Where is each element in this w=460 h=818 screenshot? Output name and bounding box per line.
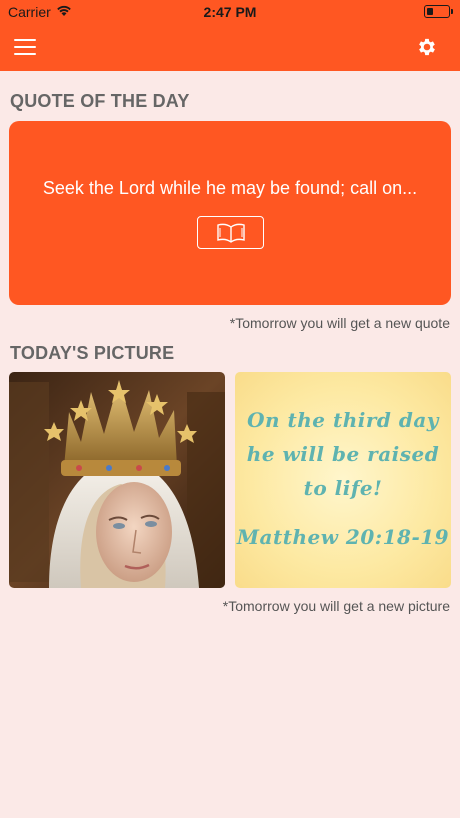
nav-bar: [0, 24, 460, 71]
quote-section-title: QUOTE OF THE DAY: [10, 91, 190, 111]
gear-icon[interactable]: [416, 36, 438, 58]
hamburger-menu-icon[interactable]: [14, 39, 36, 55]
open-book-icon: [217, 223, 245, 243]
verse-line-3: to life!: [303, 476, 383, 500]
verse-line-2: he will be raised: [246, 442, 440, 466]
virgin-mary-photo[interactable]: [9, 372, 225, 588]
quote-note: *Tomorrow you will get a new quote: [229, 315, 450, 331]
read-quote-button[interactable]: [197, 216, 264, 249]
battery-icon: [424, 5, 453, 18]
quote-card[interactable]: Seek the Lord while he may be found; cal…: [9, 121, 451, 305]
verse-picture[interactable]: On the third day he will be raised to li…: [235, 372, 451, 588]
status-time: 2:47 PM: [203, 4, 257, 20]
picture-note: *Tomorrow you will get a new picture: [222, 598, 450, 614]
status-bar: Carrier 2:47 PM: [0, 0, 460, 24]
verse-reference: Matthew 20:18-19: [236, 525, 450, 549]
picture-section-title: TODAY'S PICTURE: [10, 343, 175, 363]
verse-line-1: On the third day: [247, 408, 439, 432]
quote-text: Seek the Lord while he may be found; cal…: [42, 178, 418, 198]
